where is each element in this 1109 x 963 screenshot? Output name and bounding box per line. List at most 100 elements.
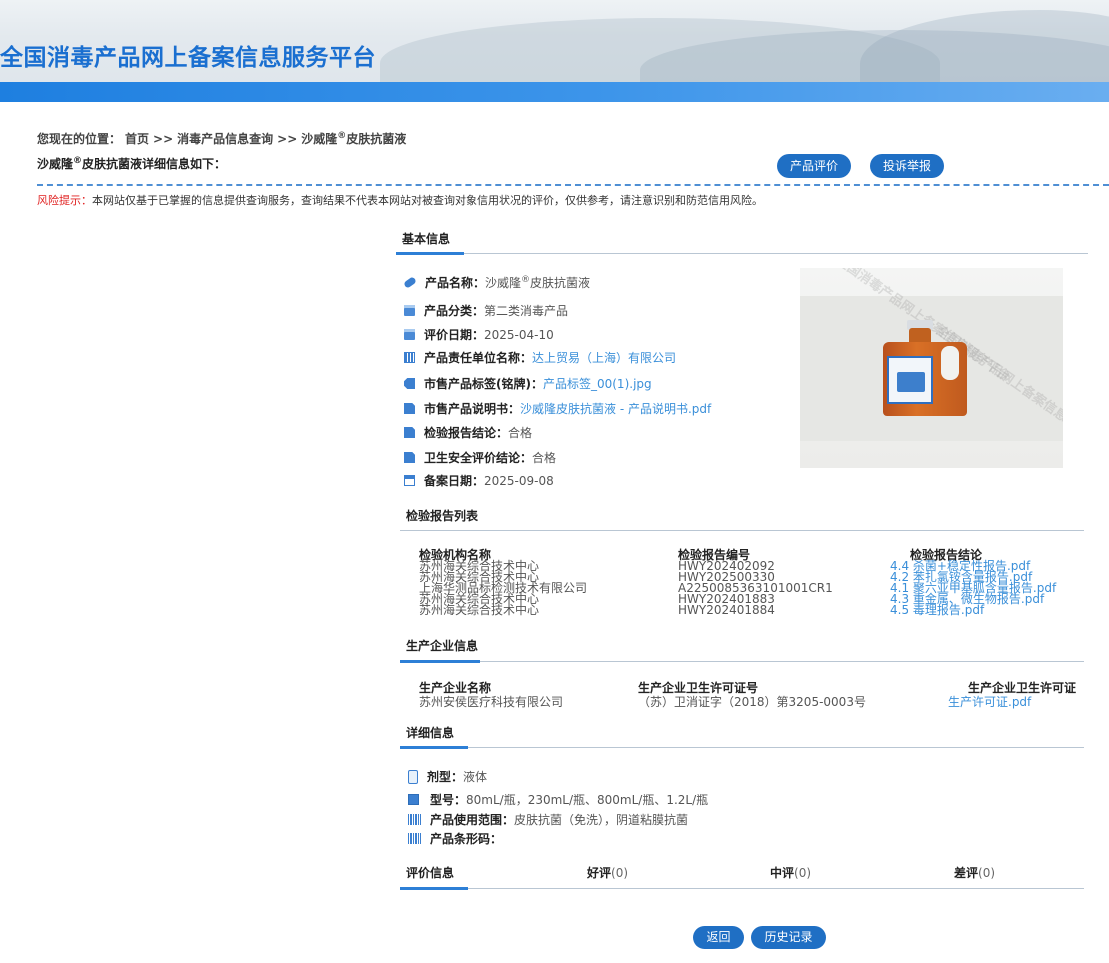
breadcrumb-current: 沙威隆 bbox=[301, 132, 338, 146]
tag-icon bbox=[404, 378, 415, 389]
bottle-handle bbox=[941, 346, 959, 380]
history-button[interactable]: 历史记录 bbox=[751, 926, 826, 949]
eval-date-value: 2025-04-10 bbox=[484, 327, 554, 342]
product-name-pre: 沙威隆 bbox=[485, 276, 522, 290]
reports-col-conclusion: 检验报告结论 4.4 杀菌+稳定性报告.pdf 4.2 苯扎氯铵含量报告.pdf… bbox=[890, 549, 1056, 616]
manual-key: 市售产品说明书： bbox=[424, 402, 521, 416]
record-date-key: 备案日期： bbox=[424, 474, 485, 488]
info-test-conclusion: 检验报告结论： 合格 bbox=[404, 424, 532, 441]
date-card-icon bbox=[404, 329, 415, 340]
breadcrumb: 您现在的位置： 首页 >> 消毒产品信息查询 >> 沙威隆®皮肤抗菌液 bbox=[37, 130, 410, 147]
info-product-name: 产品名称： 沙威隆®皮肤抗菌液 bbox=[403, 274, 591, 291]
usage-key: 产品使用范围： bbox=[430, 813, 515, 827]
risk-notice: 风险提示：本网站仅基于已掌握的信息提供查询服务，查询结果不代表本网站对被查询对象… bbox=[37, 192, 763, 208]
back-button[interactable]: 返回 bbox=[693, 926, 744, 949]
info-barcode: 产品条形码： bbox=[408, 830, 502, 847]
product-name-post: 皮肤抗菌液 bbox=[530, 276, 591, 290]
info-model: 型号： 80mL/瓶，230mL/瓶、800mL/瓶、1.2L/瓶 bbox=[408, 791, 708, 808]
section-title-detail: 详细信息 bbox=[406, 726, 455, 740]
detail-heading-tail: 皮肤抗菌液详细信息如下： bbox=[82, 157, 227, 171]
info-owner: 产品责任单位名称： 达上贸易（上海）有限公司 bbox=[404, 349, 676, 366]
breadcrumb-prefix: 您现在的位置： bbox=[37, 132, 122, 146]
pill-icon bbox=[403, 276, 417, 289]
breadcrumb-query[interactable]: 消毒产品信息查询 bbox=[177, 132, 273, 146]
producer-col-license-no: 生产企业卫生许可证号 （苏）卫消证字（2018）第3205-0003号 bbox=[638, 681, 866, 709]
barcode-key: 产品条形码： bbox=[430, 832, 503, 846]
info-safety-conclusion: 卫生安全评价结论： 合格 bbox=[404, 449, 556, 466]
section-title-producer: 生产企业信息 bbox=[406, 639, 479, 653]
section-title-reports: 检验报告列表 bbox=[406, 509, 479, 523]
divider bbox=[37, 184, 1109, 186]
barcode-icon bbox=[408, 814, 421, 825]
section-title-ratings: 评价信息 bbox=[406, 866, 455, 880]
barcode-icon bbox=[408, 833, 421, 844]
table-cell: 苏州安侯医疗科技有限公司 bbox=[419, 695, 564, 709]
info-usage: 产品使用范围： 皮肤抗菌（免洗），阴道粘膜抗菌 bbox=[408, 811, 688, 828]
header-mountain bbox=[860, 10, 1109, 82]
info-category: 产品分类： 第二类消毒产品 bbox=[404, 302, 568, 319]
info-manual: 市售产品说明书： 沙威隆皮肤抗菌液 - 产品说明书.pdf bbox=[404, 400, 711, 417]
report-icon bbox=[404, 427, 415, 438]
category-icon bbox=[404, 305, 415, 316]
section-accent bbox=[396, 252, 464, 255]
bottle-icon bbox=[408, 769, 418, 784]
complaint-report-button[interactable]: 投诉举报 bbox=[870, 154, 944, 178]
header-bar bbox=[0, 82, 1109, 102]
product-rate-button[interactable]: 产品评价 bbox=[777, 154, 851, 178]
rating-good-count: (0) bbox=[611, 866, 629, 880]
test-conclusion-value: 合格 bbox=[508, 426, 533, 440]
product-name-key: 产品名称： bbox=[425, 276, 486, 290]
document-icon bbox=[404, 403, 415, 414]
registered-mark: ® bbox=[521, 275, 531, 285]
producer-col-license: 生产企业卫生许可证 生产许可证.pdf bbox=[948, 681, 1076, 709]
safety-conclusion-key: 卫生安全评价结论： bbox=[424, 451, 533, 465]
breadcrumb-home[interactable]: 首页 bbox=[125, 132, 149, 146]
manual-file-link[interactable]: 沙威隆皮肤抗菌液 - 产品说明书.pdf bbox=[520, 400, 711, 417]
safety-report-icon bbox=[404, 452, 415, 463]
test-conclusion-key: 检验报告结论： bbox=[424, 426, 509, 440]
info-tag: 市售产品标签(铭牌)： 产品标签_00(1).jpg bbox=[404, 375, 652, 392]
reports-col-number: 检验报告编号 HWY202402092 HWY202500330 A225008… bbox=[678, 549, 833, 617]
section-title-basic: 基本信息 bbox=[402, 232, 451, 246]
rating-good-label: 好评 bbox=[587, 866, 612, 880]
owner-link[interactable]: 达上贸易（上海）有限公司 bbox=[532, 349, 676, 366]
report-file-link[interactable]: 4.5 毒理报告.pdf bbox=[890, 604, 1056, 616]
rating-mid[interactable]: 中评(0) bbox=[770, 864, 811, 881]
detail-heading: 沙威隆®皮肤抗菌液详细信息如下： bbox=[37, 155, 226, 172]
product-bottle-image bbox=[883, 320, 967, 416]
section-line bbox=[400, 530, 1084, 531]
table-cell: （苏）卫消证字（2018）第3205-0003号 bbox=[638, 695, 866, 709]
breadcrumb-separator: >> bbox=[277, 132, 298, 146]
producer-col-name: 生产企业名称 苏州安侯医疗科技有限公司 bbox=[419, 681, 563, 709]
safety-conclusion-value: 合格 bbox=[532, 451, 557, 465]
table-cell: HWY202401884 bbox=[678, 603, 775, 617]
section-line bbox=[400, 747, 1084, 748]
rating-bad-count: (0) bbox=[978, 866, 996, 880]
rating-good[interactable]: 好评(0) bbox=[587, 864, 628, 881]
usage-value: 皮肤抗菌（免洗），阴道粘膜抗菌 bbox=[514, 813, 689, 827]
product-label-image[interactable]: 全国消毒产品网上备案信息服务平台 全国消毒产品网上备案信息服务平台 bbox=[800, 268, 1063, 468]
section-line bbox=[400, 661, 1084, 662]
rating-bad[interactable]: 差评(0) bbox=[954, 864, 995, 881]
breadcrumb-separator: >> bbox=[153, 132, 174, 146]
reports-col-org: 检验机构名称 苏州海关综合技术中心 苏州海关综合技术中心 上海华测品标检测技术有… bbox=[419, 549, 587, 616]
section-line bbox=[396, 253, 1088, 254]
breadcrumb-current-tail: 皮肤抗菌液 bbox=[346, 132, 407, 146]
model-icon bbox=[408, 794, 419, 805]
model-value: 80mL/瓶，230mL/瓶、800mL/瓶、1.2L/瓶 bbox=[466, 793, 709, 807]
calendar-icon bbox=[404, 475, 415, 486]
bottle-label-graphic bbox=[897, 372, 925, 392]
form-value: 液体 bbox=[463, 770, 488, 784]
section-accent bbox=[400, 887, 468, 890]
site-header: 全国消毒产品网上备案信息服务平台 bbox=[0, 0, 1109, 82]
tag-file-link[interactable]: 产品标签_00(1).jpg bbox=[543, 375, 652, 392]
section-accent bbox=[400, 746, 468, 749]
section-line bbox=[400, 888, 1084, 889]
risk-text: 本网站仅基于已掌握的信息提供查询服务，查询结果不代表本网站对被查询对象信用状况的… bbox=[92, 194, 763, 207]
column-header: 生产企业卫生许可证 bbox=[968, 681, 1077, 695]
rating-bad-label: 差评 bbox=[954, 866, 979, 880]
info-eval-date: 评价日期： 2025-04-10 bbox=[404, 326, 554, 343]
category-value: 第二类消毒产品 bbox=[484, 304, 569, 318]
building-icon bbox=[404, 352, 415, 363]
license-file-link[interactable]: 生产许可证.pdf bbox=[948, 695, 1076, 709]
